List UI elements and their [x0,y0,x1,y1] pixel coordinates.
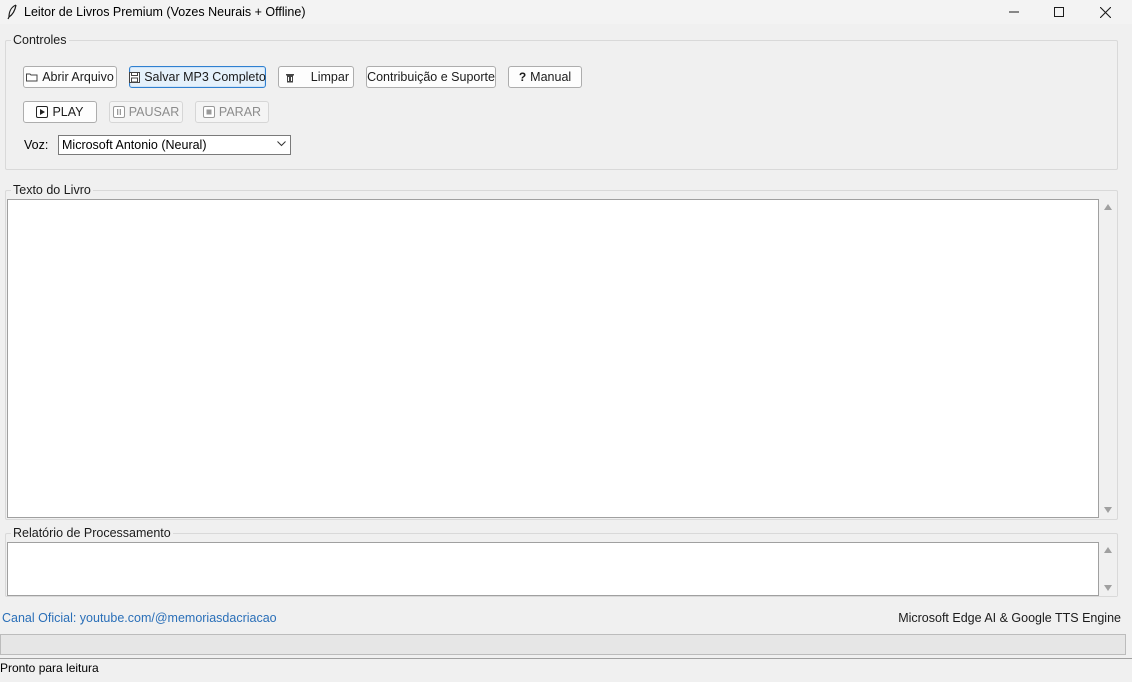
open-file-label: Abrir Arquivo [42,70,114,84]
minimize-icon [1009,11,1019,13]
save-mp3-label: Salvar MP3 Completo [144,70,266,84]
channel-link[interactable]: Canal Oficial: youtube.com/@memoriasdacr… [2,611,277,625]
report-text-area[interactable] [7,542,1099,596]
manual-label: Manual [530,70,572,84]
scroll-up-icon[interactable] [1104,547,1112,553]
title-bar: Leitor de Livros Premium (Vozes Neurais … [0,0,1132,24]
report-scrollbar[interactable] [1099,542,1117,596]
pause-label: PAUSAR [128,105,180,119]
maximize-button[interactable] [1036,0,1082,24]
folder-icon [26,73,38,82]
status-bar: Pronto para leitura [0,658,1132,682]
voice-label: Voz: [24,138,49,152]
progress-bar [0,634,1126,655]
support-label: Contribuição e Suporte [367,70,495,84]
stop-button[interactable]: PARAR [195,101,269,123]
book-text-area[interactable] [7,199,1099,518]
controls-group-label: Controles [11,33,69,47]
window-title: Leitor de Livros Premium (Vozes Neurais … [24,5,306,19]
status-text: Pronto para leitura [0,661,99,675]
engine-text: Microsoft Edge AI & Google TTS Engine [898,611,1121,625]
maximize-icon [1054,7,1064,17]
play-icon [36,106,49,118]
play-button[interactable]: PLAY [23,101,97,123]
save-mp3-button[interactable]: Salvar MP3 Completo [129,66,266,88]
floppy-disk-icon [129,71,141,83]
minimize-button[interactable] [991,0,1037,24]
scroll-down-icon[interactable] [1104,507,1112,513]
voice-selected-value: Microsoft Antonio (Neural) [62,138,207,152]
clear-label: Limpar [310,70,349,84]
support-button[interactable]: Contribuição e Suporte [366,66,496,88]
report-group-label: Relatório de Processamento [11,526,173,540]
close-button[interactable] [1082,0,1128,24]
chevron-down-icon [277,141,286,147]
pause-icon [112,106,125,118]
feather-icon [7,4,17,20]
pause-button[interactable]: PAUSAR [109,101,183,123]
question-icon: ? [518,70,527,84]
scroll-up-icon[interactable] [1104,204,1112,210]
book-text-group-label: Texto do Livro [11,183,93,197]
play-label: PLAY [52,105,84,119]
open-file-button[interactable]: Abrir Arquivo [23,66,117,88]
clear-button[interactable]: Limpar [278,66,354,88]
close-icon [1099,6,1111,18]
trash-icon [286,73,294,82]
book-text-scrollbar[interactable] [1099,199,1117,518]
voice-select[interactable]: Microsoft Antonio (Neural) [58,135,291,155]
stop-label: PARAR [218,105,262,119]
manual-button[interactable]: ? Manual [508,66,582,88]
stop-icon [202,106,215,118]
scroll-down-icon[interactable] [1104,585,1112,591]
